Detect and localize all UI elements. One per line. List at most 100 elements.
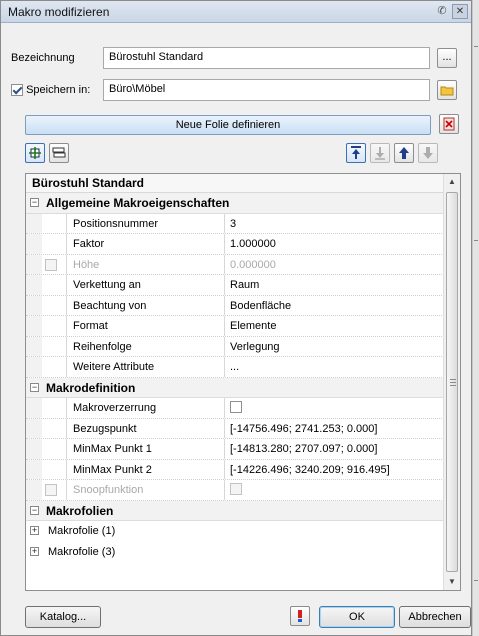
bezeichnung-input[interactable]: Bürostuhl Standard	[103, 47, 430, 69]
prop-row-bezugspunkt[interactable]: Bezugspunkt [-14756.496; 2741.253; 0.000…	[26, 418, 444, 439]
grip-line	[450, 382, 456, 383]
row-gutter	[26, 234, 42, 254]
row-gutter	[26, 336, 42, 356]
folie-label: Makrofolie (3)	[48, 545, 116, 558]
row-gutter	[26, 459, 42, 479]
group-makrodefinition[interactable]: − Makrodefinition	[26, 377, 444, 398]
row-gutter	[26, 439, 42, 459]
move-bottom-button[interactable]	[418, 143, 438, 163]
move-bottom-icon	[423, 147, 433, 159]
ok-button[interactable]: OK	[319, 606, 395, 628]
expand-icon[interactable]: +	[30, 546, 39, 556]
prop-value[interactable]: Elemente	[224, 316, 444, 336]
grid-header: Bürostuhl Standard	[26, 174, 444, 193]
property-grid: Bürostuhl Standard − Allgemeine Makroeig…	[25, 173, 461, 591]
prop-row-format[interactable]: Format Elemente	[26, 316, 444, 337]
folie-row-3[interactable]: + Makrofolie (3)	[26, 542, 444, 563]
folie-row-1[interactable]: + Makrofolie (1)	[26, 521, 444, 542]
prop-row-makroverzerrung[interactable]: Makroverzerrung	[26, 398, 444, 419]
prop-value[interactable]: Verlegung	[224, 336, 444, 356]
property-rows: Bürostuhl Standard − Allgemeine Makroeig…	[26, 174, 444, 562]
prop-row-hoehe[interactable]: Höhe 0.000000	[26, 254, 444, 275]
collapse-icon[interactable]: −	[30, 505, 39, 515]
move-down-button[interactable]	[370, 143, 390, 163]
grid-scrollbar[interactable]: ▲ ▼	[443, 174, 460, 590]
speichern-input[interactable]: Büro\Möbel	[103, 79, 430, 101]
speichern-checkbox[interactable]	[11, 84, 23, 97]
prop-value[interactable]: 1.000000	[224, 234, 444, 254]
prop-name: MinMax Punkt 2	[66, 459, 224, 479]
row-gutter	[26, 275, 42, 295]
katalog-button[interactable]: Katalog...	[25, 606, 101, 628]
add-layer-button[interactable]	[25, 143, 45, 163]
add-layer-icon	[29, 147, 41, 159]
prop-row-verkettung[interactable]: Verkettung an Raum	[26, 275, 444, 296]
title-bar: Makro modifizieren ✆ ✕	[1, 1, 471, 23]
edge-tick	[474, 240, 478, 241]
grip-line	[450, 379, 456, 380]
layer-list-button[interactable]	[49, 143, 69, 163]
row-gutter	[26, 295, 42, 315]
prop-value[interactable]: 3	[224, 213, 444, 233]
prop-row-faktor[interactable]: Faktor 1.000000	[26, 234, 444, 255]
background-window-edge	[472, 0, 479, 636]
move-top-button[interactable]	[346, 143, 366, 163]
prop-name: Bezugspunkt	[66, 418, 224, 438]
group-allgemein-label: Allgemeine Makroeigenschaften	[46, 196, 230, 210]
help-icon[interactable]: ✆	[434, 4, 450, 19]
folder-button[interactable]	[437, 80, 457, 100]
edge-tick	[474, 46, 478, 47]
move-up-icon	[399, 147, 409, 159]
expand-icon[interactable]: +	[30, 526, 39, 535]
prop-row-minmax-1[interactable]: MinMax Punkt 1 [-14813.280; 2707.097; 0.…	[26, 439, 444, 460]
move-up-button[interactable]	[394, 143, 414, 163]
prop-row-snoopfunktion[interactable]: Snoopfunktion	[26, 480, 444, 501]
prop-name: MinMax Punkt 1	[66, 439, 224, 459]
prop-row-positionsnummer[interactable]: Positionsnummer 3	[26, 213, 444, 234]
info-button[interactable]	[290, 606, 310, 626]
prop-value	[224, 480, 444, 500]
collapse-icon[interactable]: −	[30, 198, 39, 207]
prop-name: Positionsnummer	[66, 213, 224, 233]
layers-icon	[52, 147, 66, 158]
abbrechen-button[interactable]: Abbrechen	[399, 606, 471, 628]
prop-row-minmax-2[interactable]: MinMax Punkt 2 [-14226.496; 3240.209; 91…	[26, 459, 444, 480]
prop-name: Format	[66, 316, 224, 336]
scroll-thumb[interactable]	[446, 192, 458, 572]
prop-value[interactable]: ...	[224, 357, 444, 377]
scroll-up-icon[interactable]: ▲	[444, 174, 460, 190]
prop-row-beachtung[interactable]: Beachtung von Bodenfläche	[26, 295, 444, 316]
move-down-icon	[375, 147, 385, 160]
prop-value[interactable]: [-14756.496; 2741.253; 0.000]	[224, 418, 444, 438]
grip-line	[450, 385, 456, 386]
prop-value[interactable]: [-14813.280; 2707.097; 0.000]	[224, 439, 444, 459]
folder-icon	[440, 86, 454, 96]
group-allgemein[interactable]: − Allgemeine Makroeigenschaften	[26, 193, 444, 214]
collapse-icon[interactable]: −	[30, 382, 39, 392]
delete-button[interactable]	[439, 114, 459, 134]
row-gutter	[26, 357, 42, 377]
prop-value[interactable]: Raum	[224, 275, 444, 295]
hoehe-checkbox[interactable]	[45, 258, 57, 271]
row-gutter	[26, 398, 42, 418]
prop-name: Reihenfolge	[66, 336, 224, 356]
browse-button[interactable]: ...	[437, 48, 457, 68]
neue-folie-button[interactable]: Neue Folie definieren	[25, 115, 431, 135]
row-gutter	[26, 480, 42, 500]
prop-value[interactable]: Bodenfläche	[224, 295, 444, 315]
prop-name: Makroverzerrung	[66, 398, 224, 418]
edge-tick	[474, 580, 478, 581]
prop-row-weitere-attribute[interactable]: Weitere Attribute ...	[26, 357, 444, 378]
prop-name: Verkettung an	[66, 275, 224, 295]
prop-row-reihenfolge[interactable]: Reihenfolge Verlegung	[26, 336, 444, 357]
scroll-down-icon[interactable]: ▼	[444, 574, 460, 590]
close-icon[interactable]: ✕	[452, 4, 468, 19]
prop-value	[224, 398, 444, 418]
group-makrofolien[interactable]: − Makrofolien	[26, 500, 444, 521]
prop-value[interactable]: [-14226.496; 3240.209; 916.495]	[224, 459, 444, 479]
prop-name: Faktor	[66, 234, 224, 254]
makro-dialog: Makro modifizieren ✆ ✕ Bezeichnung Büros…	[0, 0, 472, 636]
prop-name: Beachtung von	[66, 295, 224, 315]
makroverzerrung-checkbox[interactable]	[230, 401, 242, 414]
snoopfunktion-enable-checkbox[interactable]	[45, 484, 57, 496]
